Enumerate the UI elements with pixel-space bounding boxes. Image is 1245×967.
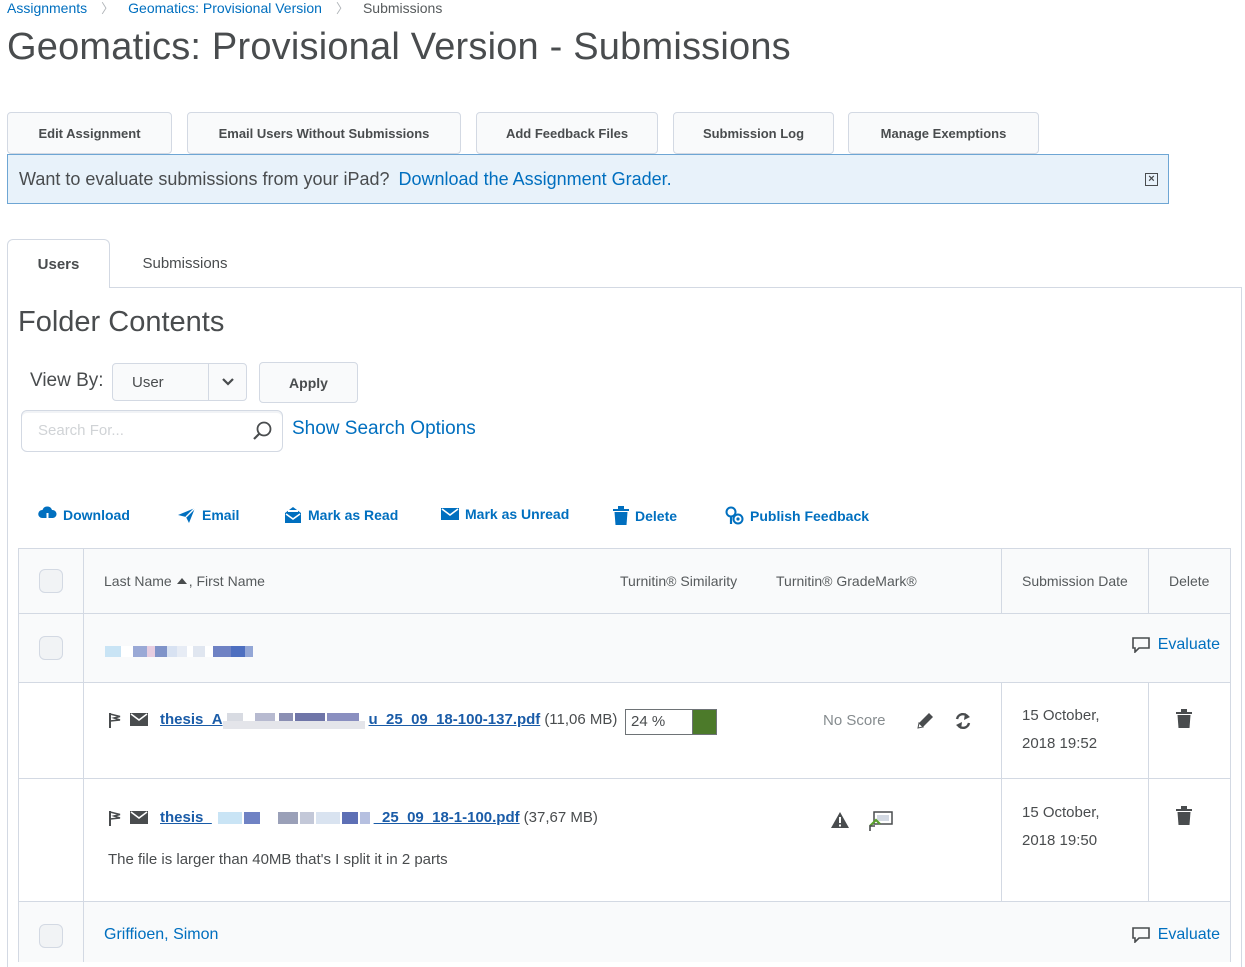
evaluate-label: Evaluate <box>1157 636 1220 653</box>
file-size: (11,06 MB) <box>544 711 618 728</box>
publish-feedback-label: Publish Feedback <box>750 507 870 524</box>
breadcrumb-current: Submissions <box>362 0 443 16</box>
submission-file-link[interactable]: thesis_ _25_09_18-1-100.pdf <box>160 809 520 826</box>
edit-assignment-button[interactable]: Edit Assignment <box>7 112 172 154</box>
similarity-header: Turnitin® Similarity <box>620 573 738 589</box>
resubmit-icon[interactable] <box>954 711 972 736</box>
send-icon <box>178 507 196 523</box>
download-label: Download <box>63 507 130 523</box>
chevron-down-icon <box>208 364 246 400</box>
submission-file-link[interactable]: thesis_A u_25_09_18-100-137.pdf <box>160 711 540 730</box>
table-row-user: Evaluate <box>18 614 1231 683</box>
flag-icon[interactable] <box>108 712 122 728</box>
mark-unread-label: Mark as Unread <box>465 506 570 522</box>
envelope-icon[interactable] <box>130 811 148 824</box>
select-all-checkbox[interactable] <box>39 569 63 593</box>
row-checkbox[interactable] <box>39 636 63 660</box>
manage-exemptions-button[interactable]: Manage Exemptions <box>848 112 1039 154</box>
ipad-alert: Want to evaluate submissions from your i… <box>7 154 1169 204</box>
envelope-icon[interactable] <box>130 713 148 726</box>
delete-label: Delete <box>635 507 678 524</box>
grademark-submit-icon[interactable] <box>868 810 894 837</box>
similarity-percent: 24 % <box>626 710 692 734</box>
mark-unread-action[interactable]: Mark as Unread <box>441 506 569 522</box>
breadcrumb-link-assignments[interactable]: Assignments <box>7 0 87 16</box>
add-feedback-files-button[interactable]: Add Feedback Files <box>476 112 658 154</box>
speech-bubble-icon <box>1131 637 1150 653</box>
download-action[interactable]: Download <box>38 506 130 524</box>
submission-date-header: Submission Date <box>1022 573 1128 589</box>
close-icon[interactable]: × <box>1145 173 1158 186</box>
trash-icon[interactable] <box>1176 709 1192 733</box>
speech-bubble-icon <box>1131 927 1150 943</box>
redacted-user-name <box>105 643 253 661</box>
view-by-value: User <box>132 373 164 391</box>
trash-icon <box>613 506 629 525</box>
name-header: Last Name , First Name <box>104 573 265 589</box>
grademark-score: No Score <box>823 712 886 729</box>
submission-comment: The file is larger than 40MB that's I sp… <box>108 851 448 868</box>
breadcrumb: Assignments 〉 Geomatics: Provisional Ver… <box>7 0 442 17</box>
similarity-color-bar <box>692 710 716 734</box>
flag-icon[interactable] <box>108 810 122 826</box>
view-by-label: View By: <box>30 370 104 391</box>
file-size: (37,67 MB) <box>523 809 598 826</box>
tab-submissions[interactable]: Submissions <box>125 239 245 288</box>
submission-date: 15 October, 2018 19:50 <box>1022 804 1100 849</box>
mark-read-label: Mark as Read <box>308 507 399 523</box>
file-entry: thesis_A u_25_09_18-100-137.pdf (11,06 MB… <box>108 711 618 730</box>
evaluate-link[interactable]: Evaluate <box>1131 926 1220 944</box>
search-icon[interactable] <box>251 420 273 447</box>
email-label: Email <box>202 507 240 523</box>
row-checkbox[interactable] <box>39 924 63 948</box>
view-by-select[interactable]: User <box>112 363 247 401</box>
evaluate-link[interactable]: Evaluate <box>1131 636 1220 654</box>
submission-date: 15 October, 2018 19:52 <box>1022 707 1100 752</box>
cloud-download-icon <box>38 506 57 524</box>
warning-icon[interactable] <box>830 811 850 834</box>
email-users-button[interactable]: Email Users Without Submissions <box>187 112 461 154</box>
table-row-user: Griffioen, Simon Evaluate <box>18 902 1231 962</box>
user-name-link[interactable]: Griffioen, Simon <box>104 926 218 944</box>
evaluate-label: Evaluate <box>1157 926 1220 943</box>
table-row-submission: thesis_ _25_09_18-1-100.pdf (37,67 MB) 15… <box>18 779 1231 902</box>
delete-header: Delete <box>1169 573 1210 589</box>
similarity-report-button[interactable]: 24 % <box>625 709 717 735</box>
mark-read-action[interactable]: Mark as Read <box>284 506 398 524</box>
table-row-submission: thesis_A u_25_09_18-100-137.pdf (11,06 MB… <box>18 683 1231 779</box>
apply-button[interactable]: Apply <box>259 362 358 403</box>
folder-contents-heading: Folder Contents <box>18 306 225 338</box>
publish-feedback-icon <box>725 506 744 525</box>
trash-icon[interactable] <box>1176 806 1192 830</box>
delete-action[interactable]: Delete <box>613 506 677 525</box>
search-input[interactable] <box>36 421 236 440</box>
submission-log-button[interactable]: Submission Log <box>673 112 834 154</box>
page-title: Geomatics: Provisional Version - Submiss… <box>7 26 791 68</box>
chevron-right-icon: 〉 <box>101 1 115 16</box>
file-entry: thesis_ _25_09_18-1-100.pdf (37,67 MB) <box>108 809 598 826</box>
chevron-right-icon: 〉 <box>335 1 349 16</box>
first-name-sort-link[interactable]: , First Name <box>189 573 265 589</box>
breadcrumb-link-assignment[interactable]: Geomatics: Provisional Version <box>128 0 322 16</box>
grademark-header: Turnitin® GradeMark® <box>776 573 917 589</box>
tab-users[interactable]: Users <box>7 239 110 288</box>
last-name-sort-link[interactable]: Last Name <box>104 573 172 589</box>
sort-ascending-icon <box>176 578 187 584</box>
search-box <box>21 410 283 452</box>
pencil-icon[interactable] <box>915 711 935 736</box>
download-grader-link[interactable]: Download the Assignment Grader. <box>399 169 672 190</box>
envelope-icon <box>441 508 459 520</box>
email-action[interactable]: Email <box>177 506 239 524</box>
table-header: Last Name , First Name Turnitin® Similari… <box>18 548 1231 614</box>
show-search-options-link[interactable]: Show Search Options <box>292 418 476 440</box>
envelope-open-icon <box>285 507 301 523</box>
alert-message: Want to evaluate submissions from your i… <box>19 168 390 189</box>
publish-feedback-action[interactable]: Publish Feedback <box>725 506 869 525</box>
